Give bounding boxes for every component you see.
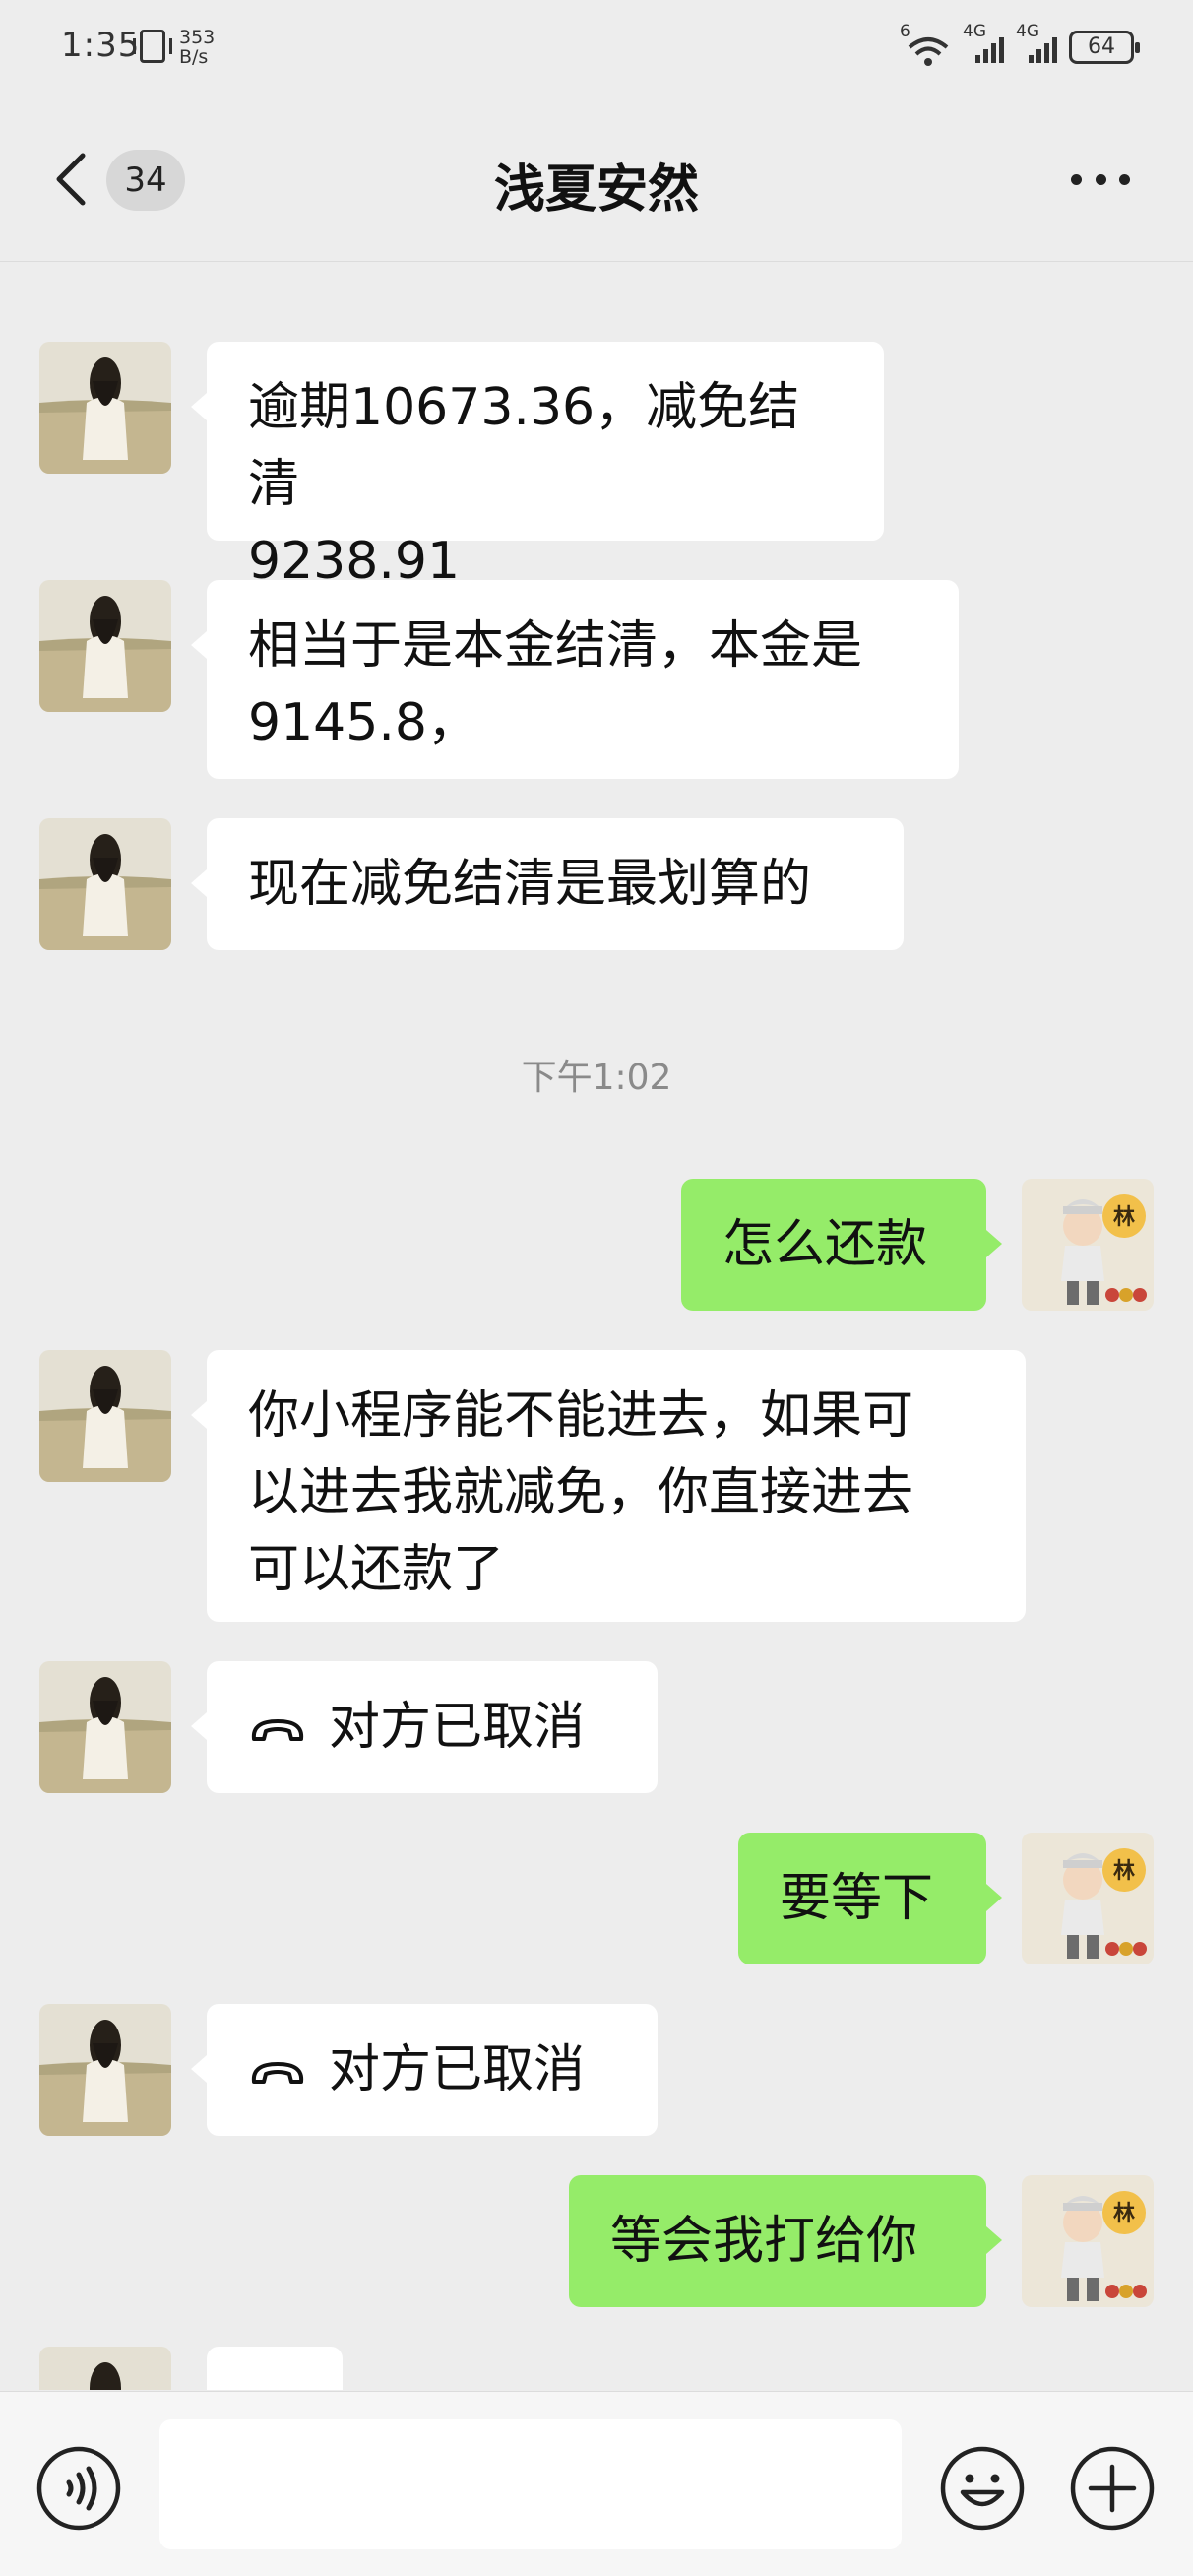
message-input[interactable] bbox=[159, 2419, 902, 2549]
net-speed-unit: B/s bbox=[179, 46, 209, 68]
net-speed-value: 353 bbox=[179, 27, 216, 48]
message-bubble[interactable]: 逾期10673.36，减免结清 9238.91 bbox=[191, 342, 884, 591]
contact-avatar[interactable] bbox=[39, 2347, 171, 2390]
message-line: 要等下 bbox=[780, 1869, 934, 1928]
message-line: 逾期10673.36，减免结清 bbox=[248, 378, 800, 514]
status-bar: 1:35 353 B/s 6 4G 4G 64 bbox=[0, 0, 1193, 98]
message-line: 以进去我就减免，你直接进去 bbox=[248, 1463, 914, 1522]
avatar-badge-text: 林 bbox=[1113, 1859, 1135, 1884]
input-bar bbox=[0, 2391, 1193, 2576]
user-avatar[interactable]: 林 bbox=[1022, 1833, 1154, 1964]
message-outgoing: 怎么还款 林 bbox=[0, 1179, 1193, 1311]
signal-icon-2: 4G bbox=[1016, 22, 1057, 67]
message-bubble[interactable]: 相当于是本金结清，本金是 9145.8， bbox=[191, 580, 959, 779]
message-outgoing: 等会我打给你 林 bbox=[0, 2175, 1193, 2307]
message-incoming-partial bbox=[0, 2347, 1193, 2390]
message-line: 你小程序能不能进去，如果可 bbox=[248, 1386, 914, 1446]
message-line: 9145.8， bbox=[248, 693, 478, 752]
message-incoming: 相当于是本金结清，本金是 9145.8， bbox=[0, 580, 1193, 779]
message-bubble[interactable]: 等会我打给你 bbox=[569, 2175, 1002, 2307]
contact-avatar[interactable] bbox=[39, 580, 171, 712]
battery-icon: 64 bbox=[1069, 31, 1140, 64]
vibrate-icon bbox=[133, 30, 172, 63]
message-bubble[interactable] bbox=[207, 2347, 343, 2390]
message-incoming: 你小程序能不能进去，如果可 以进去我就减免，你直接进去 可以还款了 bbox=[0, 1350, 1193, 1622]
plus-icon[interactable] bbox=[1067, 2443, 1158, 2534]
message-outgoing: 要等下 林 bbox=[0, 1833, 1193, 1964]
battery-level: 64 bbox=[1088, 34, 1115, 59]
message-bubble[interactable]: 要等下 bbox=[738, 1833, 1002, 1964]
avatar-badge-text: 林 bbox=[1113, 2202, 1135, 2226]
contact-avatar[interactable] bbox=[39, 818, 171, 950]
message-incoming: 现在减免结清是最划算的 bbox=[0, 818, 1193, 950]
message-incoming-call: 对方已取消 bbox=[0, 1661, 1193, 1793]
message-bubble[interactable]: 怎么还款 bbox=[681, 1179, 1002, 1311]
avatar-badge-text: 林 bbox=[1113, 1205, 1135, 1230]
message-incoming: 逾期10673.36，减免结清 9238.91 bbox=[0, 342, 1193, 591]
phone-hangup-icon bbox=[251, 1719, 304, 1741]
net-speed: 353 B/s bbox=[179, 28, 215, 67]
message-line: 可以还款了 bbox=[248, 1540, 505, 1599]
page-title: 浅夏安然 bbox=[493, 161, 699, 220]
message-bubble[interactable]: 现在减免结清是最划算的 bbox=[191, 818, 904, 950]
call-bubble[interactable]: 对方已取消 bbox=[191, 2004, 658, 2136]
message-incoming-call: 对方已取消 bbox=[0, 2004, 1193, 2136]
message-line: 等会我打给你 bbox=[610, 2212, 918, 2271]
wifi-icon: 6 bbox=[900, 22, 951, 67]
status-time: 1:35 bbox=[61, 26, 141, 65]
message-line: 相当于是本金结清，本金是 bbox=[248, 616, 863, 676]
message-bubble[interactable]: 你小程序能不能进去，如果可 以进去我就减免，你直接进去 可以还款了 bbox=[191, 1350, 1026, 1622]
contact-avatar[interactable] bbox=[39, 342, 171, 474]
call-status: 对方已取消 bbox=[329, 1698, 586, 1757]
contact-avatar[interactable] bbox=[39, 2004, 171, 2136]
emoji-icon[interactable] bbox=[937, 2443, 1028, 2534]
contact-avatar[interactable] bbox=[39, 1350, 171, 1482]
message-timestamp: 下午1:02 bbox=[521, 1058, 672, 1098]
user-avatar[interactable]: 林 bbox=[1022, 2175, 1154, 2307]
contact-avatar[interactable] bbox=[39, 1661, 171, 1793]
voice-icon[interactable] bbox=[33, 2443, 124, 2534]
call-status: 对方已取消 bbox=[329, 2040, 586, 2099]
user-avatar[interactable]: 林 bbox=[1022, 1179, 1154, 1311]
message-line: 现在减免结清是最划算的 bbox=[248, 855, 812, 914]
chat-area[interactable]: 逾期10673.36，减免结清 9238.91 相当于是本金结清，本金是 914… bbox=[0, 263, 1193, 2390]
phone-hangup-icon bbox=[251, 2062, 304, 2084]
chat-header: 34 浅夏安然 bbox=[0, 98, 1193, 262]
more-icon[interactable] bbox=[1071, 167, 1130, 191]
status-indicators: 6 4G 4G 64 bbox=[900, 22, 1140, 69]
signal-icon: 4G bbox=[963, 22, 1004, 67]
call-bubble[interactable]: 对方已取消 bbox=[191, 1661, 658, 1793]
message-line: 怎么还款 bbox=[722, 1215, 928, 1274]
